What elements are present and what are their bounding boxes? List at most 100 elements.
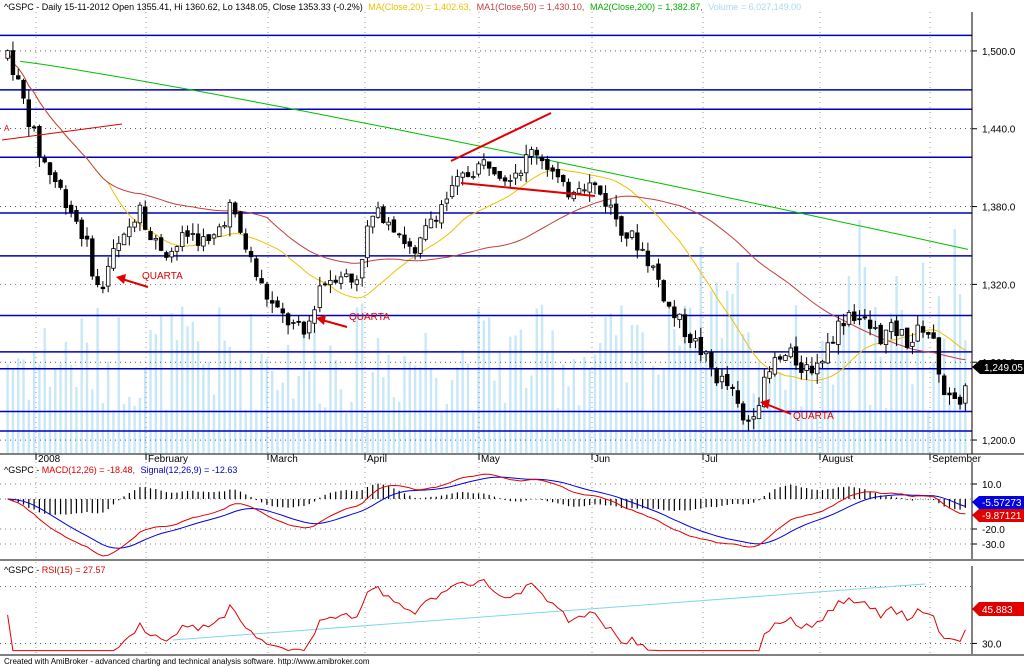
candle-body-178 [947,392,952,396]
candle-body-46 [248,251,254,258]
last-price-box: 1,249.05 [972,360,1024,374]
candle-body-98 [523,154,529,174]
ytick-label-1: 1,440.0 [982,125,1016,136]
volume-bar-31 [170,313,173,453]
volume-bar-2 [17,358,20,453]
volume-bar-84 [450,379,454,453]
candle-body-30 [164,252,169,258]
volume-bar-171 [911,384,914,453]
candle-body-71 [381,206,386,224]
volume-bar-172 [916,331,919,453]
candle-body-150 [799,362,804,373]
candle-body-109 [582,189,587,192]
macd-tick-label-2: -30.0 [982,540,1005,551]
volume-bar-37 [202,364,205,453]
volume-bar-98 [524,387,528,453]
volume-bar-114 [609,313,613,453]
candle-body-181 [963,385,968,404]
candle-body-114 [608,204,614,208]
candle-body-39 [211,234,217,239]
volume-bar-49 [265,358,269,453]
volume-bar-173 [921,262,925,453]
price-pane: 1,500.01,440.01,380.01,320.01,260.01,200… [0,0,1024,667]
volume-label: Volume = 6,027,149.00 [708,2,801,12]
volume-bar-24 [133,405,136,453]
candle-body-115 [613,203,619,220]
candle-body-43 [232,202,238,215]
volume-bar-99 [530,375,533,453]
volume-bar-113 [604,317,607,453]
candle-body-18 [100,286,106,290]
candle-body-10 [58,179,63,188]
candle-body-119 [635,232,640,251]
candle-body-45 [243,233,248,250]
candle-body-75 [402,234,407,245]
volume-bar-58 [313,330,316,453]
candle-body-142 [756,405,762,420]
volume-bar-174 [927,411,930,453]
candle-body-173 [920,326,926,333]
volume-bar-55 [297,376,300,453]
volume-bar-11 [64,341,68,453]
candle-body-79 [423,225,428,240]
volume-bar-52 [281,382,284,453]
candle-body-73 [391,219,397,233]
volume-bar-115 [614,335,618,453]
volume-bar-109 [583,356,586,453]
candle-body-113 [603,193,608,207]
volume-bar-148 [789,360,792,453]
volume-bar-94 [503,402,507,453]
volume-bar-82 [440,411,443,453]
candle-body-149 [793,346,799,366]
candle-body-170 [904,327,910,348]
macd-tick-label-1: -20.0 [982,525,1005,536]
volume-bar-7 [43,327,46,453]
candle-body-80 [428,218,434,229]
volume-bar-23 [128,396,131,453]
candle-body-27 [148,231,153,241]
ytick-label-0: 1,500.0 [982,47,1016,58]
candle-body-169 [899,328,905,336]
candle-body-83 [444,198,450,204]
candle-body-131 [698,337,703,356]
candle-body-176 [936,337,942,375]
volume-bar-71 [382,377,385,453]
xtick-label-6: Jul [705,454,718,465]
xtick-label-0: 2008 [38,454,61,465]
candle-body-22 [121,233,127,246]
candle-body-141 [751,416,756,420]
macd-header-macd: MACD(12,26) = -18.48, [42,465,135,475]
volume-bar-39 [212,394,216,453]
volume-bar-160 [853,410,856,453]
annotation-quarta-2: QUARTA [349,312,390,323]
volume-bar-70 [376,338,380,453]
volume-bar-117 [625,382,628,453]
volume-bar-158 [842,322,845,453]
volume-bar-103 [551,330,554,453]
ytick-label-3: 1,320.0 [982,280,1016,291]
candle-body-110 [587,182,592,193]
candle-body-172 [915,324,920,342]
candle-body-123 [656,263,661,280]
candle-body-3 [21,79,26,99]
ytick-label-5: 1,200.0 [982,436,1016,447]
candle-body-93 [497,170,502,179]
candle-body-151 [804,364,809,371]
candle-body-33 [180,232,185,248]
volume-bar-56 [302,322,306,453]
candle-body-51 [275,300,280,308]
candle-body-130 [693,338,698,342]
candle-body-154 [820,360,825,364]
volume-bar-73 [392,397,396,453]
ytick-label-2: 1,380.0 [982,203,1016,214]
candle-body-40 [217,226,222,237]
candle-body-153 [815,362,820,375]
volume-bar-10 [59,363,62,453]
candle-body-117 [624,232,629,239]
volume-bar-6 [38,363,41,453]
candle-body-70 [375,207,381,218]
xtick-label-8: September [932,454,982,465]
candle-body-175 [931,332,936,339]
candle-body-124 [661,280,666,302]
candle-body-129 [688,334,693,343]
